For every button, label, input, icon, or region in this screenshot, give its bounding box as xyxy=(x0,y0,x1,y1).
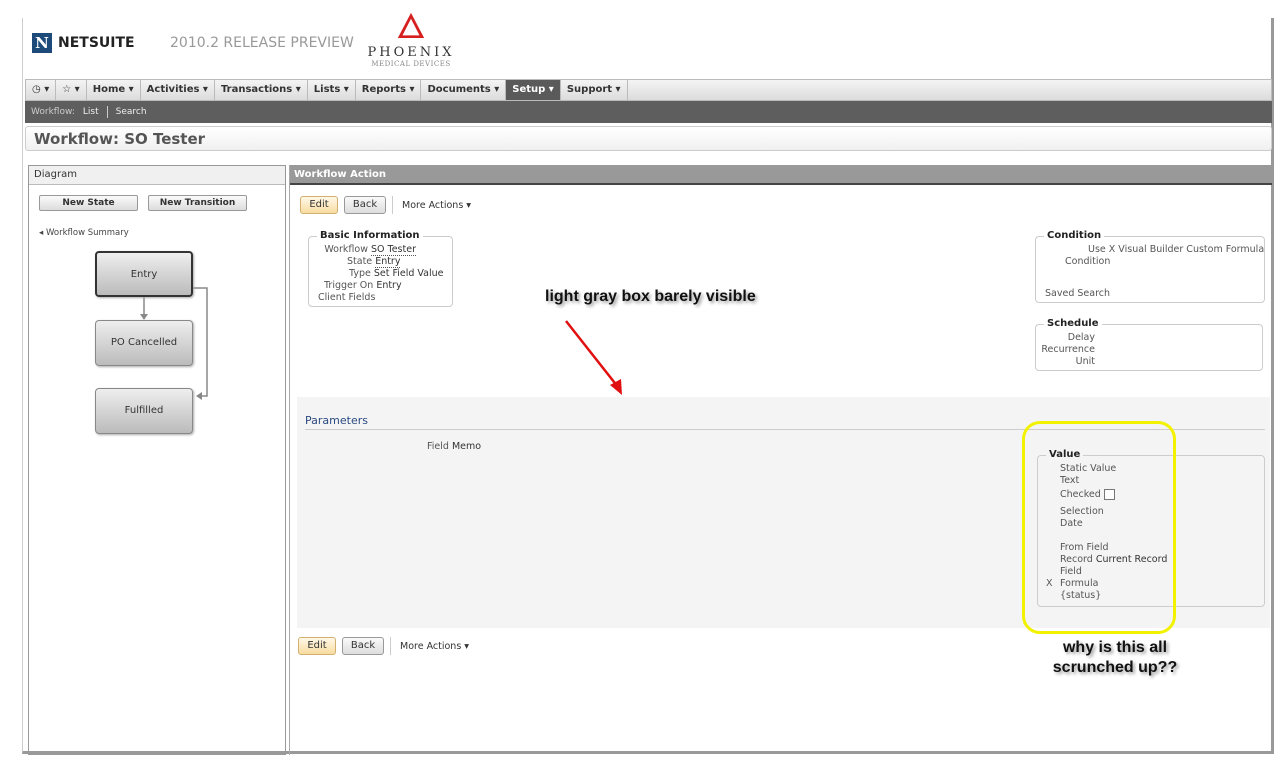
type-row: Type Set Field Value xyxy=(349,268,444,279)
nav-setup[interactable]: Setup ▾ xyxy=(506,80,561,100)
more-actions-menu[interactable]: More Actions ▾ xyxy=(402,200,471,211)
workflow-row: Workflow SO Tester xyxy=(324,244,416,256)
recent-menu[interactable]: ◷ ▾ xyxy=(26,80,57,100)
transition-entry-fulfilled xyxy=(193,287,208,397)
annotation-gray-box: light gray box barely visible xyxy=(545,288,756,305)
back-button[interactable]: Back xyxy=(344,196,386,214)
divider xyxy=(392,196,393,214)
annotation-scrunched: why is this all scrunched up?? xyxy=(1052,639,1178,676)
parameters-title: Parameters xyxy=(305,414,368,427)
workflow-action-header: Workflow Action xyxy=(290,165,1272,185)
use-row: Use X Visual Builder Custom Formula xyxy=(1088,244,1265,255)
subnav-search-link[interactable]: Search xyxy=(116,107,147,117)
back-button-bottom[interactable]: Back xyxy=(342,637,384,655)
nav-transactions[interactable]: Transactions ▾ xyxy=(215,80,308,100)
basic-information-section: Basic Information Workflow SO Tester Sta… xyxy=(308,230,453,307)
release-label: 2010.2 RELEASE PREVIEW xyxy=(170,35,354,51)
annotation-highlight xyxy=(1022,421,1176,634)
condition-section: Condition Use X Visual Builder Custom Fo… xyxy=(1035,230,1265,303)
nav-home[interactable]: Home ▾ xyxy=(87,80,141,100)
more-actions-menu-bottom[interactable]: More Actions ▾ xyxy=(400,641,469,652)
state-po-cancelled[interactable]: PO Cancelled xyxy=(95,320,193,366)
state-link[interactable]: Entry xyxy=(375,256,401,268)
brand-text: NETSUITE xyxy=(58,35,135,51)
state-row: State Entry xyxy=(347,256,401,268)
nav-documents[interactable]: Documents ▾ xyxy=(421,80,507,100)
nav-activities[interactable]: Activities ▾ xyxy=(141,80,215,100)
nav-lists[interactable]: Lists ▾ xyxy=(308,80,356,100)
divider xyxy=(390,637,391,655)
unit-label: Unit xyxy=(1075,356,1095,367)
annotation-arrow-icon xyxy=(565,320,622,395)
netsuite-n-icon: N xyxy=(32,33,52,53)
edit-button-bottom[interactable]: Edit xyxy=(298,637,336,655)
condition-mode-options[interactable]: X Visual Builder Custom Formula xyxy=(1109,244,1264,255)
main-nav: ◷ ▾ ☆ ▾ Home ▾ Activities ▾ Transactions… xyxy=(25,79,1272,101)
subnav-label: Workflow: xyxy=(31,107,75,117)
state-fulfilled[interactable]: Fulfilled xyxy=(95,388,193,434)
company-logo: 🜂 PHOENIX MEDICAL DEVICES xyxy=(366,8,456,68)
netsuite-logo[interactable]: N NETSUITE xyxy=(32,33,135,53)
recurrence-label: Recurrence xyxy=(1041,344,1095,355)
delay-label: Delay xyxy=(1067,332,1095,343)
trigger-row: Trigger On Entry xyxy=(324,280,402,291)
schedule-section: Schedule Delay Recurrence Unit xyxy=(1035,318,1263,371)
condition-label: Condition xyxy=(1065,256,1111,267)
company-sub: MEDICAL DEVICES xyxy=(371,60,451,68)
schedule-legend: Schedule xyxy=(1044,318,1102,329)
subnav-list-link[interactable]: List xyxy=(83,107,99,117)
workflow-link[interactable]: SO Tester xyxy=(371,244,416,256)
page-title: Workflow: SO Tester xyxy=(25,126,1272,151)
state-entry[interactable]: Entry xyxy=(95,251,193,297)
condition-legend: Condition xyxy=(1044,230,1105,241)
arrowhead-icon xyxy=(196,392,202,400)
diagram-panel: Diagram New State New Transition ◂ Workf… xyxy=(28,165,286,755)
favorites-menu[interactable]: ☆ ▾ xyxy=(56,80,87,100)
company-name: PHOENIX xyxy=(367,45,455,60)
divider xyxy=(106,106,108,118)
field-row: Field Memo xyxy=(427,441,482,452)
nav-reports[interactable]: Reports ▾ xyxy=(356,80,422,100)
nav-support[interactable]: Support ▾ xyxy=(561,80,628,100)
edit-button[interactable]: Edit xyxy=(300,196,338,214)
client-fields-label: Client Fields xyxy=(318,292,376,303)
sub-nav: Workflow: List Search xyxy=(25,101,1272,123)
saved-search-label: Saved Search xyxy=(1045,288,1111,299)
basic-info-legend: Basic Information xyxy=(317,230,423,241)
phoenix-icon: 🜂 xyxy=(396,7,426,47)
